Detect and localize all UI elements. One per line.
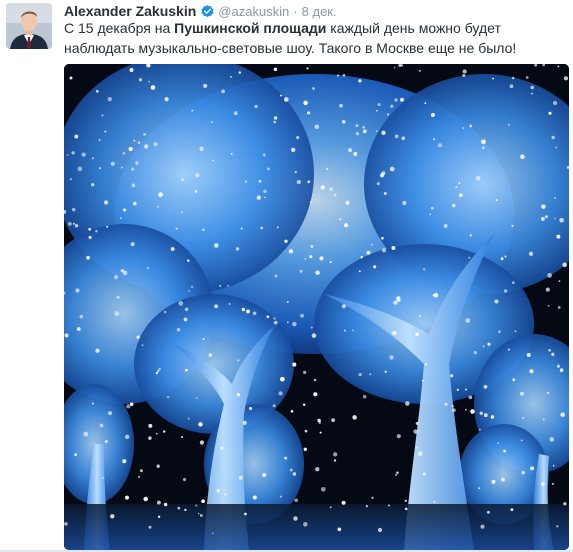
verified-badge-icon [200, 4, 215, 19]
illuminated-trees-image [64, 64, 569, 550]
author-name[interactable]: Alexander Zakuskin [64, 3, 196, 19]
tweet-text-part-1: С 15 декабря на [64, 20, 175, 36]
tweet[interactable]: Alexander Zakuskin @azakuskin · 8 дек. С… [0, 0, 573, 552]
header-separator: · [293, 3, 298, 19]
avatar-image [6, 3, 52, 49]
author-handle[interactable]: @azakuskin [218, 4, 289, 19]
tweet-photo[interactable] [64, 64, 569, 550]
tweet-text-bold[interactable]: Пушкинской площади [174, 20, 326, 36]
tweet-timestamp[interactable]: 8 дек. [302, 4, 337, 19]
tweet-header: Alexander Zakuskin @azakuskin · 8 дек. [64, 3, 337, 19]
avatar[interactable] [6, 3, 52, 49]
tweet-text: С 15 декабря на Пушкинской площади кажды… [64, 18, 564, 58]
